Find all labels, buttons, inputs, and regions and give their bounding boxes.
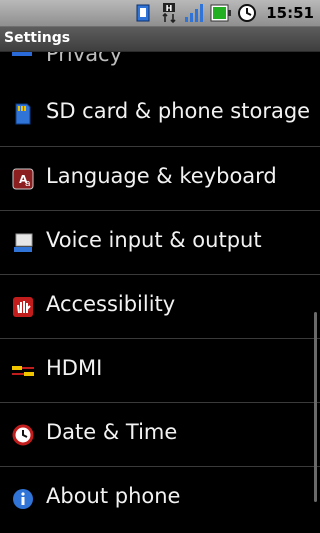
language-icon: A a bbox=[11, 167, 35, 191]
battery-icon bbox=[210, 2, 232, 24]
list-item-label: Date & Time bbox=[46, 420, 178, 444]
page-title: Settings bbox=[4, 30, 71, 46]
list-item-sd-card[interactable]: SD card & phone storage bbox=[0, 82, 320, 146]
scrollbar[interactable] bbox=[314, 312, 317, 502]
list-item-label: Voice input & output bbox=[46, 228, 262, 252]
list-item-label: SD card & phone storage bbox=[46, 99, 311, 123]
voice-icon bbox=[11, 231, 35, 255]
svg-text:a: a bbox=[25, 179, 31, 189]
info-icon bbox=[11, 487, 35, 511]
list-item-label: Privacy bbox=[46, 52, 123, 66]
accessibility-icon bbox=[11, 295, 35, 319]
status-bar: H 15:51 bbox=[0, 0, 320, 27]
status-time: 15:51 bbox=[266, 4, 314, 22]
list-item-label: Accessibility bbox=[46, 292, 176, 316]
signal-icon bbox=[184, 2, 206, 24]
list-item-date-time[interactable]: Date & Time bbox=[0, 402, 320, 467]
svg-text:H: H bbox=[166, 4, 173, 13]
alarm-icon bbox=[236, 2, 258, 24]
list-item-label: HDMI bbox=[46, 356, 103, 380]
list-item-privacy[interactable]: Privacy bbox=[0, 52, 320, 74]
list-item-label: About phone bbox=[46, 484, 181, 508]
privacy-icon bbox=[12, 52, 32, 56]
hdmi-icon bbox=[11, 359, 35, 383]
usb-icon bbox=[132, 2, 154, 24]
sd-card-icon bbox=[11, 102, 35, 126]
settings-list[interactable]: Privacy SD card & phone storage A a Lang… bbox=[0, 52, 320, 533]
clock-icon bbox=[11, 423, 35, 447]
list-item-label: Language & keyboard bbox=[46, 164, 277, 188]
list-item-language[interactable]: A a Language & keyboard bbox=[0, 146, 320, 211]
list-item-accessibility[interactable]: Accessibility bbox=[0, 274, 320, 339]
hspa-icon: H bbox=[158, 2, 180, 24]
title-bar: Settings bbox=[0, 27, 320, 52]
list-item-about-phone[interactable]: About phone bbox=[0, 466, 320, 531]
list-item-hdmi[interactable]: HDMI bbox=[0, 338, 320, 403]
list-item-voice[interactable]: Voice input & output bbox=[0, 210, 320, 275]
